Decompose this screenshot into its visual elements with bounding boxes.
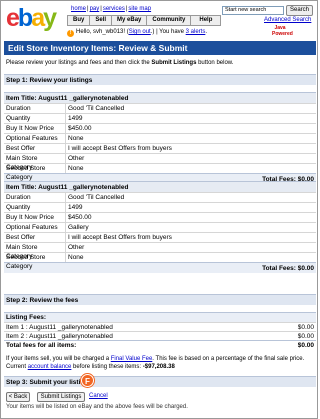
ebay-logo[interactable]: ebay bbox=[6, 5, 62, 31]
final-value-fee-note: If your items sell, you will be charged … bbox=[6, 356, 305, 370]
fee-row: Item 1 : August11 _gallerynotenabled $0.0… bbox=[4, 322, 316, 331]
submit-listings-button[interactable]: Submit Listings bbox=[37, 392, 85, 402]
top-link-home[interactable]: home bbox=[71, 6, 86, 12]
item-row: Best Offer I will accept Best Offers from… bbox=[4, 232, 316, 242]
step2-header: Step 2: Review the fees bbox=[4, 294, 316, 305]
item-summary-1: Item Title: August11 _gallerynotenabled … bbox=[4, 92, 316, 184]
top-link-pay[interactable]: pay bbox=[90, 6, 100, 12]
search-input[interactable]: Start new search bbox=[222, 6, 284, 15]
item-row: Second Store Category None bbox=[4, 163, 316, 181]
alerts-link[interactable]: 3 alerts bbox=[186, 29, 206, 35]
search-button[interactable]: Search bbox=[286, 5, 313, 16]
item-total-fees: Total Fees: $0.00 bbox=[4, 262, 316, 273]
item-row: Second Store Category None bbox=[4, 252, 316, 270]
nav-sell[interactable]: Sell bbox=[90, 15, 113, 26]
item-summary-2: Item Title: August11 _gallerynotenabled … bbox=[4, 181, 316, 273]
back-button[interactable]: < Back bbox=[6, 392, 30, 402]
final-value-fee-link[interactable]: Final Value Fee bbox=[111, 356, 153, 362]
page-title: Edit Store Inventory Items: Review & Sub… bbox=[4, 41, 316, 55]
top-link-services[interactable]: services bbox=[103, 6, 125, 12]
callout-badge: F bbox=[81, 374, 94, 387]
cancel-link[interactable]: Cancel bbox=[89, 393, 108, 399]
instructions: Please review your listings and fees and… bbox=[6, 60, 234, 66]
item-row: Main Store Category Other bbox=[4, 153, 316, 171]
nav-buy[interactable]: Buy bbox=[67, 15, 91, 26]
step1-header: Step 1: Review your listings bbox=[4, 74, 316, 85]
main-nav: Buy Sell My eBay Community Help bbox=[67, 15, 222, 26]
item-row: Optional Features Gallery bbox=[4, 222, 316, 232]
item-row: Quantity 1499 bbox=[4, 202, 316, 212]
nav-community[interactable]: Community bbox=[147, 15, 192, 26]
listing-fees-table: Listing Fees: Item 1 : August11 _gallery… bbox=[4, 312, 316, 350]
top-link-site-map[interactable]: site map bbox=[128, 6, 151, 12]
listing-fees-label: Listing Fees: bbox=[4, 312, 316, 322]
item-row: Buy It Now Price $450.00 bbox=[4, 212, 316, 222]
item-row: Main Store Category Other bbox=[4, 242, 316, 260]
item-row: Quantity 1499 bbox=[4, 113, 316, 123]
item-row: Best Offer I will accept Best Offers from… bbox=[4, 143, 316, 153]
page: ebay home|pay|services|site map Start ne… bbox=[0, 0, 318, 419]
item-title: Item Title: August11 _gallerynotenabled bbox=[4, 92, 316, 103]
advanced-search-link[interactable]: Advanced Search bbox=[264, 17, 311, 23]
nav-help[interactable]: Help bbox=[191, 15, 222, 26]
java-logo: Java Powered bbox=[272, 25, 293, 37]
item-row: Buy It Now Price $450.00 bbox=[4, 123, 316, 133]
alert-icon: ! bbox=[67, 30, 74, 37]
total-fees-all: Total fees for all items: $0.00 bbox=[4, 340, 316, 349]
nav-my-ebay[interactable]: My eBay bbox=[112, 15, 148, 26]
top-links: home|pay|services|site map bbox=[71, 6, 152, 12]
item-row: Duration Good 'Til Cancelled bbox=[4, 192, 316, 202]
greeting: ! Hello, svh_wb013! (Sign out.) | You hav… bbox=[67, 29, 207, 37]
sign-out-link[interactable]: Sign out bbox=[129, 29, 151, 35]
item-title: Item Title: August11 _gallerynotenabled bbox=[4, 181, 316, 192]
item-row: Duration Good 'Til Cancelled bbox=[4, 103, 316, 113]
final-note: Your items will be listed on eBay and th… bbox=[6, 404, 188, 410]
item-row: Optional Features None bbox=[4, 133, 316, 143]
account-balance-link[interactable]: account balance bbox=[28, 364, 72, 370]
fee-row: Item 2 : August11 _gallerynotenabled $0.0… bbox=[4, 331, 316, 340]
step3-header: Step 3: Submit your listings bbox=[4, 376, 316, 387]
